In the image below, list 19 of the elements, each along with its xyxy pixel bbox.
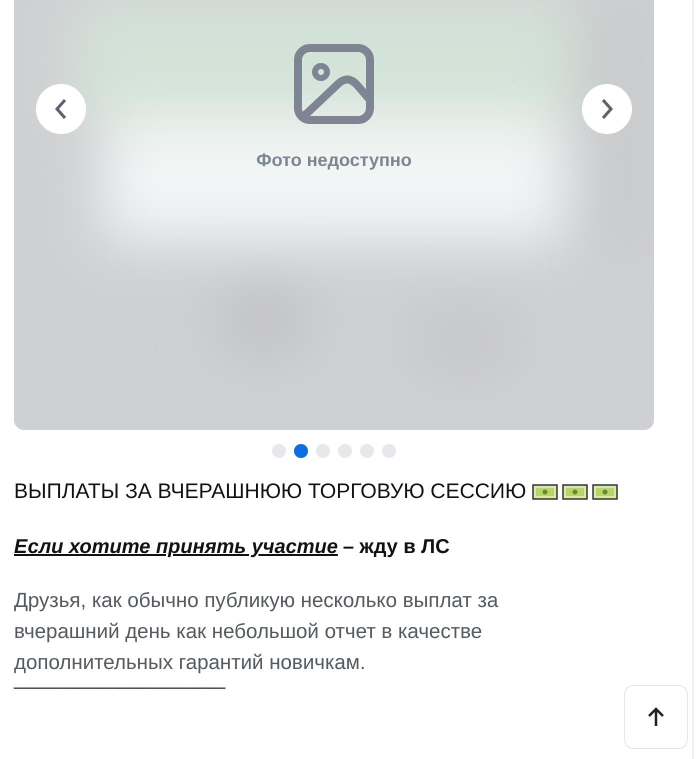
image-icon xyxy=(294,44,374,124)
photo-unavailable-caption: Фото недоступно xyxy=(256,150,412,171)
banknote-icon xyxy=(532,482,558,502)
scroll-to-top-button[interactable] xyxy=(624,685,688,749)
pagination-dot[interactable] xyxy=(338,444,352,458)
pagination-dot[interactable] xyxy=(360,444,374,458)
chevron-right-icon xyxy=(600,98,614,120)
banknote-icon xyxy=(592,482,618,502)
chevron-left-icon xyxy=(54,98,68,120)
invite-text: – жду в ЛС xyxy=(342,536,450,559)
pagination-dot[interactable] xyxy=(272,444,286,458)
post-paragraph: Друзья, как обычно публикую несколько выплат за вчерашний день как небольшой отчет в качестве дополнительных гарантий новичкам. xyxy=(14,588,500,676)
pagination-dot[interactable] xyxy=(382,444,396,458)
participate-link[interactable]: Если хотите принять участие xyxy=(14,536,338,559)
pagination-dot[interactable] xyxy=(316,444,330,458)
post-title: ВЫПЛАТЫ ЗА ВЧЕРАШНЮЮ ТОРГОВУЮ СЕССИЮ xyxy=(14,479,526,505)
arrow-up-icon xyxy=(647,707,665,727)
banknote-icon xyxy=(562,482,588,502)
pagination-dot[interactable] xyxy=(294,444,308,458)
